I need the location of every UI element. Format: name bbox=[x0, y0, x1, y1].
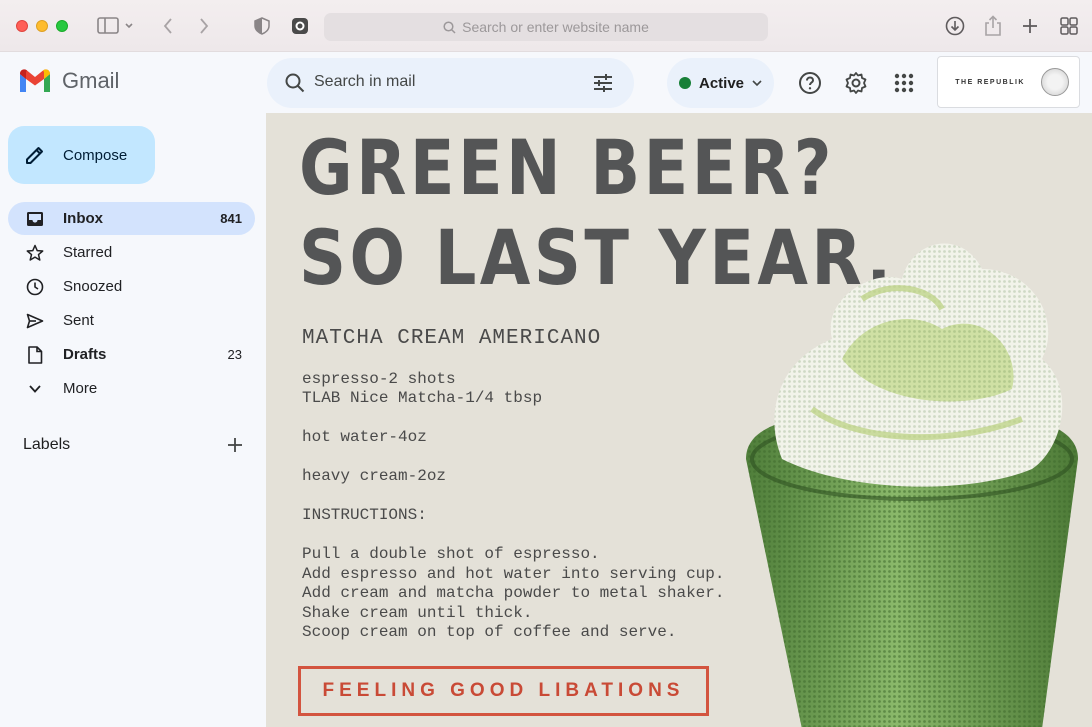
help-icon bbox=[799, 72, 821, 94]
inbox-icon bbox=[25, 209, 45, 229]
draft-count: 23 bbox=[227, 347, 242, 362]
sidebar-toggle-button[interactable] bbox=[94, 14, 138, 38]
account-brand-logo: THE REPUBLIK bbox=[955, 78, 1025, 86]
instructions-heading: INSTRUCTIONS: bbox=[302, 506, 427, 524]
plus-icon bbox=[1023, 19, 1037, 33]
sidebar-item-more[interactable]: More bbox=[8, 372, 255, 405]
cta-label: FEELING GOOD LIBATIONS bbox=[322, 680, 685, 701]
labels-heading: Labels bbox=[23, 436, 71, 453]
status-label: Active bbox=[699, 74, 745, 92]
back-button[interactable] bbox=[158, 14, 178, 38]
compose-button[interactable]: Compose bbox=[8, 126, 155, 184]
sidebar-item-label: Starred bbox=[63, 244, 113, 261]
close-window-button[interactable] bbox=[16, 20, 28, 32]
address-bar-placeholder: Search or enter website name bbox=[462, 19, 649, 35]
instruction-step: Add cream and matcha powder to metal sha… bbox=[302, 584, 725, 602]
chevron-right-icon bbox=[200, 18, 209, 34]
draft-icon bbox=[25, 345, 45, 365]
download-icon bbox=[945, 16, 965, 36]
new-tab-button[interactable] bbox=[1020, 14, 1040, 38]
pencil-icon bbox=[26, 147, 43, 164]
search-options-icon[interactable] bbox=[591, 71, 615, 95]
gear-icon bbox=[845, 72, 867, 94]
privacy-report-button[interactable] bbox=[252, 14, 272, 38]
clock-icon bbox=[25, 277, 45, 297]
status-dot bbox=[679, 77, 691, 89]
sidebar-icon bbox=[97, 17, 133, 34]
star-icon bbox=[25, 243, 45, 263]
sidebar-item-inbox[interactable]: Inbox 841 bbox=[8, 202, 255, 235]
camera-icon bbox=[292, 18, 308, 34]
downloads-button[interactable] bbox=[944, 14, 966, 38]
apps-grid-icon bbox=[894, 73, 914, 93]
share-button[interactable] bbox=[983, 14, 1003, 38]
status-selector[interactable]: Active bbox=[667, 58, 774, 108]
sidebar-item-sent[interactable]: Sent bbox=[8, 304, 255, 337]
account-avatar bbox=[1041, 68, 1069, 96]
sidebar-item-label: Snoozed bbox=[63, 278, 123, 295]
tab-overview-button[interactable] bbox=[1058, 14, 1080, 38]
instruction-step: Pull a double shot of espresso. bbox=[302, 545, 600, 563]
chevron-left-icon bbox=[163, 18, 172, 34]
shield-icon bbox=[254, 17, 270, 35]
app-name: Gmail bbox=[62, 68, 120, 93]
feeling-good-libations-button[interactable]: FEELING GOOD LIBATIONS bbox=[298, 666, 709, 716]
minimize-window-button[interactable] bbox=[36, 20, 48, 32]
sidebar-item-label: More bbox=[63, 380, 98, 397]
ingredient-line: hot water-4oz bbox=[302, 428, 427, 446]
send-icon bbox=[25, 311, 45, 331]
chevron-down-icon bbox=[25, 379, 45, 399]
chevron-down-icon bbox=[752, 80, 762, 87]
sidebar-item-label: Inbox bbox=[63, 210, 103, 227]
address-bar[interactable]: Search or enter website name bbox=[324, 13, 768, 41]
gmail-m-icon bbox=[20, 69, 50, 92]
browser-toolbar: Search or enter website name bbox=[0, 0, 1092, 52]
grid-icon bbox=[1060, 17, 1078, 35]
share-icon bbox=[985, 15, 1001, 36]
search-icon[interactable] bbox=[283, 71, 307, 95]
settings-button[interactable] bbox=[843, 70, 869, 96]
support-button[interactable] bbox=[797, 70, 823, 96]
ingredient-line: espresso-2 shots bbox=[302, 370, 456, 388]
forward-button[interactable] bbox=[194, 14, 214, 38]
search-input[interactable]: Search in mail bbox=[314, 73, 415, 91]
matcha-drink-image bbox=[746, 243, 1078, 727]
recipe-title: MATCHA CREAM AMERICANO bbox=[302, 327, 602, 350]
headline-line-1: GREEN BEER? bbox=[299, 123, 835, 212]
sidebar-item-starred[interactable]: Starred bbox=[8, 236, 255, 269]
apps-button[interactable] bbox=[891, 70, 917, 96]
sidebar-item-label: Sent bbox=[63, 312, 94, 329]
zoom-window-button[interactable] bbox=[56, 20, 68, 32]
gmail-logo[interactable]: Gmail bbox=[18, 68, 119, 94]
create-label-button[interactable] bbox=[226, 436, 244, 459]
sidebar-item-label: Drafts bbox=[63, 346, 107, 363]
instruction-step: Scoop cream on top of coffee and serve. bbox=[302, 623, 677, 641]
sidebar-item-drafts[interactable]: Drafts 23 bbox=[8, 338, 255, 371]
instruction-step: Add espresso and hot water into serving … bbox=[302, 565, 725, 583]
account-switcher[interactable]: THE REPUBLIK bbox=[937, 56, 1080, 108]
sidebar-item-snoozed[interactable]: Snoozed bbox=[8, 270, 255, 303]
mail-search-bar[interactable]: Search in mail bbox=[267, 58, 634, 108]
ingredient-line: heavy cream-2oz bbox=[302, 467, 447, 485]
email-body: GREEN BEER? SO LAST YEAR. MATCHA CREAM A… bbox=[266, 113, 1092, 727]
extension-button[interactable] bbox=[290, 14, 310, 38]
search-icon bbox=[443, 20, 456, 34]
ingredient-line: TLAB Nice Matcha-1/4 tbsp bbox=[302, 389, 543, 407]
plus-icon bbox=[228, 438, 242, 452]
unread-count: 841 bbox=[220, 211, 242, 226]
instruction-step: Shake cream until thick. bbox=[302, 604, 533, 622]
compose-label: Compose bbox=[63, 146, 128, 164]
